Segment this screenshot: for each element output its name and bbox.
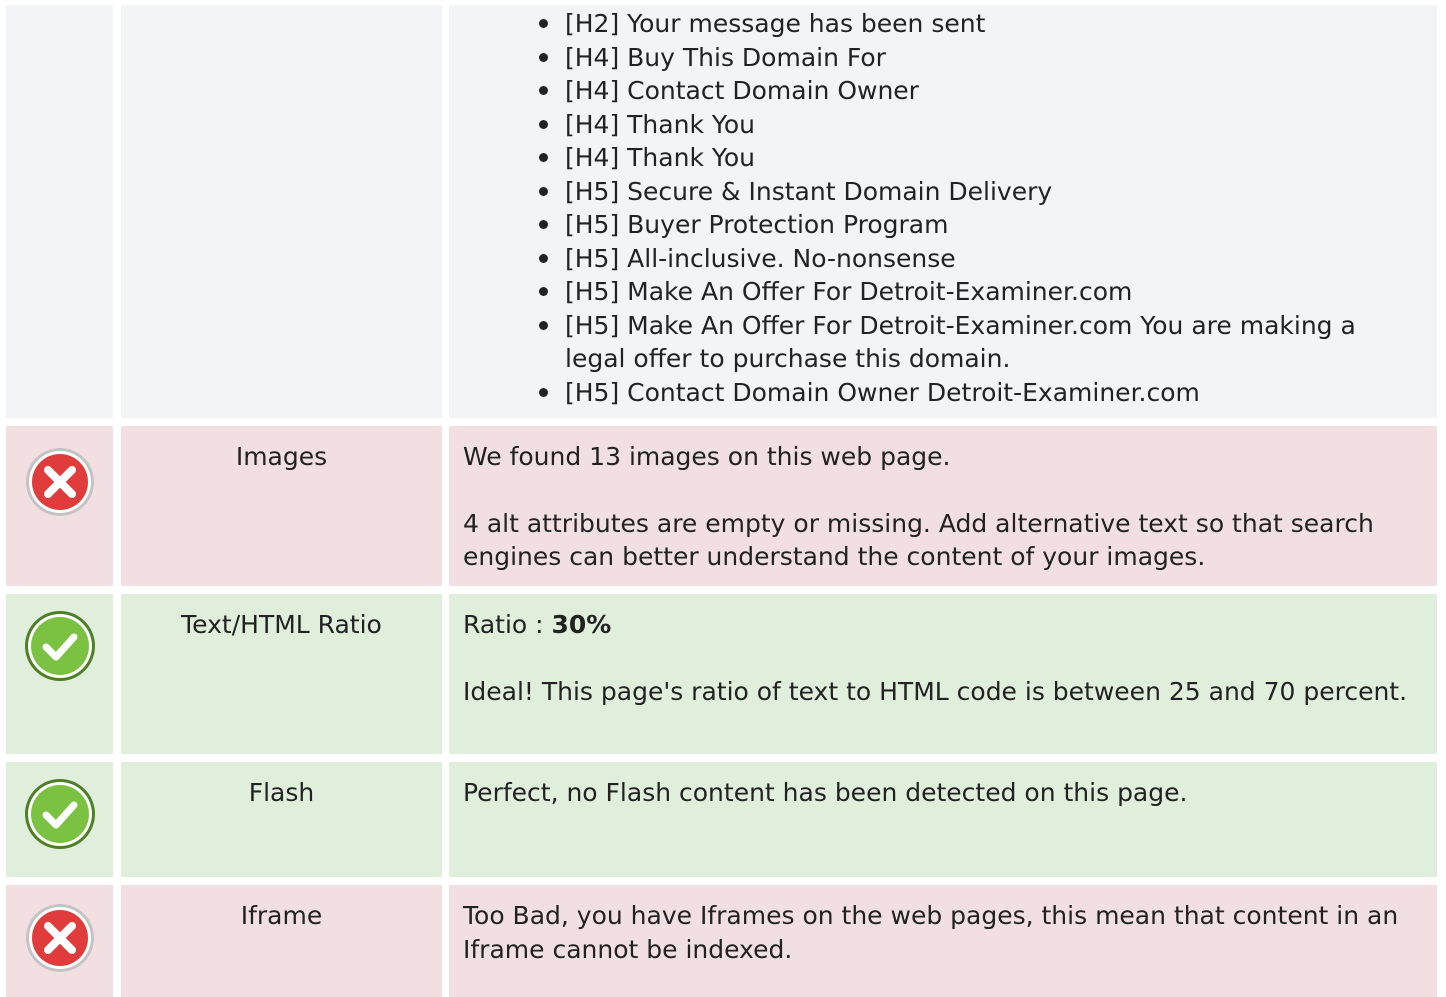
images-alt-advice: 4 alt attributes are empty or missing. A…	[463, 508, 1374, 572]
flash-label: Flash	[121, 762, 442, 877]
ratio-line: Ratio : 30%	[463, 608, 1423, 642]
ratio-advice: Ideal! This page's ratio of text to HTML…	[463, 676, 1408, 706]
list-item: [H2] Your message has been sent	[539, 7, 1423, 41]
images-check-row: Images We found 13 images on this web pa…	[0, 426, 1446, 586]
list-item: [H5] Secure & Instant Domain Delivery	[539, 175, 1423, 209]
images-summary: We found 13 images on this web page.	[463, 442, 951, 471]
error-x-icon	[24, 902, 96, 974]
flash-summary: Perfect, no Flash content has been detec…	[463, 778, 1188, 807]
flash-status-cell	[6, 762, 113, 877]
list-item: [H5] All-inclusive. No-nonsense	[539, 242, 1423, 276]
ratio-label: Text/HTML Ratio	[121, 594, 442, 754]
ratio-value: 30%	[551, 610, 612, 639]
images-content: We found 13 images on this web page. 4 a…	[449, 426, 1437, 586]
ratio-status-cell	[6, 594, 113, 754]
list-item: [H5] Contact Domain Owner Detroit-Examin…	[539, 376, 1423, 410]
list-item: [H4] Buy This Domain For	[539, 41, 1423, 75]
headings-label-cell	[121, 5, 442, 418]
iframe-summary: Too Bad, you have Iframes on the web pag…	[463, 901, 1399, 964]
ratio-prefix: Ratio :	[463, 610, 552, 639]
headings-list: [H2] Your message has been sent [H4] Buy…	[449, 7, 1423, 409]
list-item: [H5] Make An Offer For Detroit-Examiner.…	[539, 309, 1423, 376]
list-item: [H5] Make An Offer For Detroit-Examiner.…	[539, 275, 1423, 309]
iframe-status-cell	[6, 885, 113, 997]
iframe-check-row: Iframe Too Bad, you have Iframes on the …	[0, 885, 1446, 997]
list-item: [H4] Contact Domain Owner	[539, 74, 1423, 108]
text-html-ratio-check-row: Text/HTML Ratio Ratio : 30% Ideal! This …	[0, 594, 1446, 754]
images-status-cell	[6, 426, 113, 586]
images-label: Images	[121, 426, 442, 586]
error-x-icon	[24, 446, 96, 518]
flash-check-row: Flash Perfect, no Flash content has been…	[0, 762, 1446, 877]
headings-icon-cell	[6, 5, 113, 418]
list-item: [H4] Thank You	[539, 141, 1423, 175]
list-item: [H4] Thank You	[539, 108, 1423, 142]
headings-content-cell: [H2] Your message has been sent [H4] Buy…	[449, 5, 1437, 418]
iframe-label: Iframe	[121, 885, 442, 997]
seo-report-page: [H2] Your message has been sent [H4] Buy…	[0, 0, 1446, 997]
ratio-content: Ratio : 30% Ideal! This page's ratio of …	[449, 594, 1437, 754]
iframe-content: Too Bad, you have Iframes on the web pag…	[449, 885, 1437, 997]
headings-row: [H2] Your message has been sent [H4] Buy…	[0, 5, 1446, 418]
flash-content: Perfect, no Flash content has been detec…	[449, 762, 1437, 877]
check-icon	[24, 610, 96, 682]
list-item: [H5] Buyer Protection Program	[539, 208, 1423, 242]
check-icon	[24, 778, 96, 850]
